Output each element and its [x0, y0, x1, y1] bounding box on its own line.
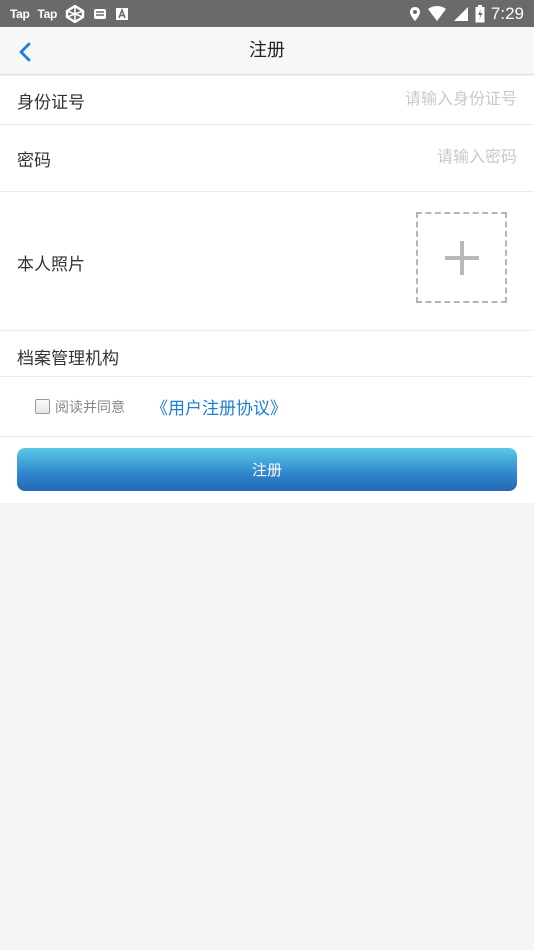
agree-checkbox[interactable] [35, 399, 50, 414]
password-input[interactable] [297, 147, 517, 166]
back-button[interactable] [12, 39, 38, 65]
id-number-label: 身份证号 [17, 93, 85, 113]
taptap-label: Tap [37, 6, 58, 21]
chevron-left-icon [19, 42, 31, 62]
taptap-label: Tap [10, 6, 30, 21]
a-icon [115, 7, 129, 21]
archive-org-row[interactable]: 档案管理机构 [0, 331, 534, 377]
status-time: 7:29 [490, 3, 524, 23]
id-number-row: 身份证号 [0, 76, 534, 125]
agree-text: 阅读并同意 [55, 400, 125, 416]
register-button[interactable]: 注册 [17, 448, 517, 491]
mail-icon [93, 8, 107, 20]
password-label: 密码 [17, 151, 51, 171]
agreement-link[interactable]: 《用户注册协议》 [151, 394, 287, 419]
signal-icon [453, 6, 469, 22]
id-number-input[interactable] [297, 89, 517, 108]
navigation-bar: 注册 [0, 27, 534, 75]
plus-icon [444, 240, 479, 275]
status-bar-right: 7:29 [409, 4, 524, 24]
register-form: 身份证号 密码 本人照片 档案管理机构 阅读并同意 《用户注册协议》 注册 [0, 76, 534, 503]
photo-row: 本人照片 [0, 192, 534, 331]
page-title: 注册 [249, 40, 285, 61]
submit-area: 注册 [0, 437, 534, 503]
status-bar-left: Tap Tap [10, 4, 129, 23]
photo-upload-button[interactable] [416, 212, 507, 303]
photo-label: 本人照片 [17, 255, 85, 275]
agreement-row: 阅读并同意 《用户注册协议》 [0, 377, 534, 437]
password-row: 密码 [0, 125, 534, 192]
location-icon [409, 6, 421, 22]
battery-icon [475, 4, 485, 23]
app-icon [65, 4, 85, 23]
status-bar: Tap Tap 7:29 [0, 0, 534, 27]
archive-org-label: 档案管理机构 [17, 349, 119, 369]
wifi-icon [427, 5, 447, 22]
